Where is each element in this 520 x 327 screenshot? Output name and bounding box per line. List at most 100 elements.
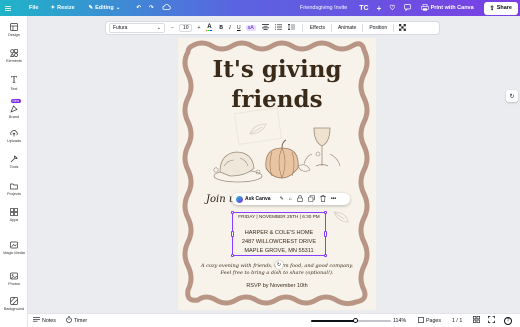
letter-case-button[interactable]: aA bbox=[245, 25, 256, 31]
description-line-2[interactable]: Feel free to bring a dish to share (opti… bbox=[178, 270, 376, 276]
sidebar-label: Tools bbox=[9, 165, 19, 169]
more-icon: ••• bbox=[330, 196, 337, 202]
rotate-icon: ↻ bbox=[276, 262, 282, 268]
font-size-value[interactable]: 10 bbox=[178, 24, 193, 32]
timer-button[interactable]: Timer bbox=[66, 316, 87, 325]
sidebar-item-brand[interactable]: New Brand bbox=[0, 99, 28, 119]
pages-button[interactable]: Pages bbox=[418, 316, 441, 325]
text-selection-box[interactable] bbox=[231, 211, 327, 257]
copy-style-button[interactable]: ⌂ bbox=[289, 196, 292, 202]
list-button[interactable] bbox=[274, 24, 282, 32]
magic-write-button[interactable]: ✎ bbox=[280, 196, 284, 202]
cloud-save-button[interactable] bbox=[158, 4, 175, 12]
underline-button[interactable]: U bbox=[237, 25, 241, 31]
resize-handle-bl[interactable] bbox=[231, 254, 234, 257]
expand-icon bbox=[488, 316, 495, 325]
sparkle-icon: ✦ bbox=[50, 5, 56, 11]
redo-icon: ↷ bbox=[149, 5, 154, 11]
comment-button[interactable] bbox=[400, 3, 415, 13]
zoom-slider-fill bbox=[311, 320, 355, 322]
notes-button[interactable]: Notes bbox=[33, 316, 56, 325]
duplicate-button[interactable] bbox=[308, 194, 315, 204]
user-avatar[interactable]: TC bbox=[355, 5, 372, 12]
resize-label: Resize bbox=[57, 5, 75, 11]
effects-label: Effects bbox=[309, 25, 325, 31]
photo-icon bbox=[9, 271, 19, 281]
invite-title-line2[interactable]: friends bbox=[178, 86, 376, 113]
ask-canva-button[interactable]: Ask Canva bbox=[236, 195, 271, 203]
share-button[interactable]: ⇪ Share bbox=[483, 1, 518, 15]
bold-button[interactable]: B bbox=[219, 25, 223, 31]
rotate-handle[interactable]: ↻ bbox=[275, 261, 283, 269]
resize-handle-r[interactable] bbox=[324, 231, 327, 237]
italic-icon: I bbox=[229, 25, 232, 31]
script-line-left[interactable]: Join u bbox=[206, 194, 235, 205]
text-color-button[interactable]: A bbox=[206, 24, 213, 32]
sidebar-item-apps[interactable]: Apps bbox=[0, 207, 28, 222]
sidebar-label: Elements bbox=[6, 59, 22, 63]
file-menu[interactable]: File bbox=[25, 5, 42, 11]
sidebar-item-uploads[interactable]: Uploads bbox=[0, 128, 28, 143]
document-title[interactable]: Friendsgiving Invite bbox=[296, 5, 351, 11]
resize-handle-br[interactable] bbox=[324, 254, 327, 257]
animate-button[interactable]: Animate bbox=[338, 25, 356, 31]
sidebar-item-magic-media[interactable]: Magic Media bbox=[0, 240, 28, 255]
bold-icon: B bbox=[219, 25, 224, 31]
italic-button[interactable]: I bbox=[229, 25, 231, 31]
thanksgiving-food-illustration[interactable] bbox=[206, 126, 346, 188]
sidebar-item-photos[interactable]: Photos bbox=[0, 271, 28, 286]
menu-button[interactable] bbox=[0, 5, 15, 11]
zoom-level[interactable]: 114% bbox=[393, 318, 406, 324]
increase-font-button[interactable]: + bbox=[197, 25, 200, 31]
editing-mode-dropdown[interactable]: ✎ Editing ⌄ bbox=[85, 5, 125, 11]
sidebar-label: Brand bbox=[8, 115, 20, 119]
transparency-icon bbox=[399, 23, 407, 33]
fullscreen-button[interactable] bbox=[488, 316, 495, 325]
add-collaborator-button[interactable]: + bbox=[373, 4, 386, 13]
invite-title-line1[interactable]: It's giving bbox=[178, 56, 376, 83]
align-button[interactable] bbox=[261, 24, 269, 32]
more-options-button[interactable]: ••• bbox=[331, 196, 336, 202]
color-swatch bbox=[206, 29, 213, 32]
resize-button[interactable]: ✦ Resize bbox=[46, 5, 78, 11]
new-badge: New bbox=[11, 99, 21, 103]
sidebar-label: Photos bbox=[8, 282, 20, 286]
text-icon: T bbox=[10, 76, 17, 86]
sidebar-label: Background bbox=[3, 307, 25, 311]
transparency-button[interactable] bbox=[399, 23, 407, 33]
layout-icon bbox=[9, 22, 19, 32]
invite-page[interactable]: It's giving friends Join u inner FRIDAY … bbox=[178, 38, 376, 310]
effects-button[interactable]: Effects bbox=[310, 25, 325, 31]
spacing-button[interactable] bbox=[287, 23, 295, 32]
pencil-icon: ✎ bbox=[88, 5, 94, 11]
favorite-button[interactable]: ♡ bbox=[385, 4, 399, 12]
redo-button[interactable]: ↷ bbox=[145, 5, 158, 11]
zoom-slider-thumb[interactable] bbox=[352, 318, 358, 323]
refresh-button[interactable]: ↻ bbox=[506, 90, 518, 102]
magic-media-icon bbox=[9, 240, 19, 250]
lock-button[interactable] bbox=[297, 194, 303, 204]
sidebar-item-text[interactable]: T Text bbox=[0, 76, 28, 91]
resize-handle-tl[interactable] bbox=[231, 211, 234, 214]
sidebar-item-projects[interactable]: Projects bbox=[0, 181, 28, 196]
print-with-canva-button[interactable]: Print with Canva bbox=[417, 3, 478, 13]
sidebar-item-elements[interactable]: Elements bbox=[0, 48, 28, 63]
undo-button[interactable]: ↶ bbox=[132, 5, 145, 11]
sidebar-item-design[interactable]: Design bbox=[0, 22, 28, 37]
font-family-dropdown[interactable]: Futura ⌄ bbox=[109, 23, 165, 33]
sidebar-item-tools[interactable]: Tools bbox=[0, 154, 28, 169]
decrease-font-button[interactable]: − bbox=[171, 25, 174, 31]
help-button[interactable]: ? bbox=[504, 316, 512, 325]
comment-icon bbox=[403, 3, 411, 13]
sidebar-item-background[interactable]: Background bbox=[0, 296, 28, 311]
rsvp-line[interactable]: RSVP by November 10th bbox=[178, 283, 376, 289]
refresh-icon: ↻ bbox=[509, 93, 515, 100]
delete-button[interactable] bbox=[320, 194, 326, 204]
magic-pen-icon: ✎ bbox=[279, 196, 284, 202]
resize-handle-l[interactable] bbox=[231, 231, 234, 237]
zoom-slider[interactable] bbox=[311, 318, 391, 323]
grid-view-button[interactable] bbox=[473, 316, 480, 325]
position-button[interactable]: Position bbox=[369, 25, 387, 31]
resize-handle-tr[interactable] bbox=[324, 211, 327, 214]
sidebar-label: Design bbox=[8, 33, 20, 37]
